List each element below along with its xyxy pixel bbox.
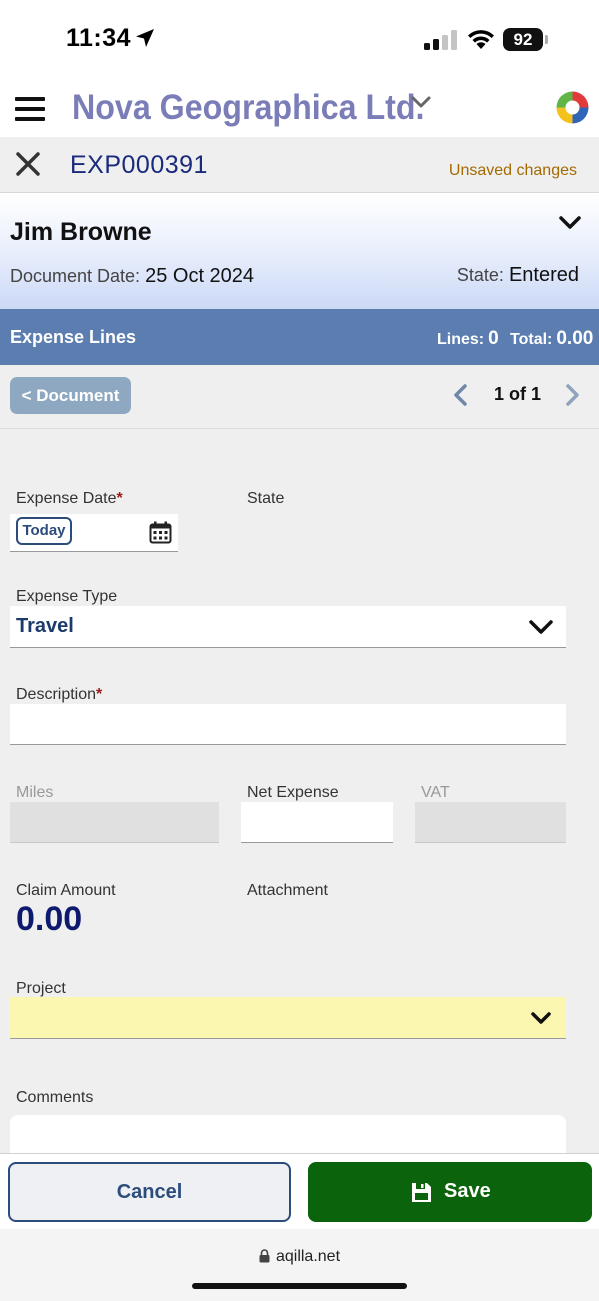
expense-type-value: Travel: [16, 615, 74, 637]
comments-field[interactable]: [10, 1115, 566, 1155]
document-summary: Jim Browne Document Date: 25 Oct 2024 St…: [0, 194, 599, 309]
description-input[interactable]: [10, 704, 566, 744]
miles-field: [10, 802, 219, 843]
back-to-document-button[interactable]: < Document: [10, 377, 131, 414]
floppy-disk-icon: [412, 1183, 431, 1202]
expense-lines-title: Expense Lines: [10, 327, 137, 347]
battery-tip: [545, 35, 548, 44]
chevron-down-icon[interactable]: [558, 214, 582, 232]
net-expense-label: Net Expense: [247, 784, 339, 801]
app-logo-icon[interactable]: [556, 91, 589, 124]
unsaved-changes-indicator: Unsaved changes: [448, 162, 577, 179]
expense-date-field[interactable]: Today: [10, 514, 178, 552]
close-icon[interactable]: [14, 150, 42, 178]
cancel-button[interactable]: Cancel: [8, 1162, 291, 1222]
lines-count-value: 0: [488, 328, 499, 349]
attachment-label: Attachment: [247, 882, 328, 899]
expense-type-select[interactable]: Travel: [10, 606, 566, 648]
chevron-down-icon: [529, 620, 553, 634]
save-button[interactable]: Save: [308, 1162, 592, 1222]
lines-total-label: Total:: [510, 331, 553, 348]
claim-amount-label: Claim Amount: [16, 882, 116, 899]
chevron-down-icon[interactable]: [410, 94, 432, 110]
document-date-value: 25 Oct 2024: [145, 265, 255, 287]
net-expense-input[interactable]: [241, 802, 393, 842]
claim-amount-value: 0.00: [16, 900, 83, 938]
url-text: aqilla.net: [275, 1248, 341, 1265]
net-expense-field[interactable]: [241, 802, 393, 843]
lines-count: Lines: 0: [437, 328, 499, 350]
document-date: Document Date: 25 Oct 2024: [10, 265, 254, 288]
document-title-bar: EXP000391 Unsaved changes: [0, 137, 599, 193]
browser-bar: aqilla.net: [0, 1229, 599, 1301]
app-header: Nova Geographica Ltd.: [0, 80, 599, 137]
expense-type-label: Expense Type: [16, 588, 118, 605]
miles-label: Miles: [16, 784, 54, 801]
pager-text: 1 of 1: [494, 384, 542, 404]
lock-icon: [259, 1249, 270, 1263]
vat-label: VAT: [421, 784, 450, 801]
expense-date-label: Expense Date*: [16, 490, 123, 508]
expense-date-label-text: Expense Date: [16, 490, 117, 507]
document-date-label: Document Date:: [10, 266, 141, 286]
vat-field: [415, 802, 566, 843]
action-bar: Cancel Save: [0, 1153, 599, 1229]
document-state-label: State:: [456, 265, 504, 285]
location-arrow-icon: [136, 29, 154, 47]
pager-row: < Document 1 of 1: [0, 365, 599, 429]
comments-label: Comments: [16, 1089, 94, 1106]
company-name[interactable]: Nova Geographica Ltd.: [72, 88, 424, 128]
lines-total: Total: 0.00: [510, 328, 593, 350]
employee-name: Jim Browne: [10, 218, 152, 246]
description-field[interactable]: [10, 704, 566, 745]
project-label: Project: [16, 980, 66, 997]
hamburger-menu-icon[interactable]: [15, 97, 45, 121]
save-button-label: Save: [444, 1180, 491, 1202]
expense-line-form: < Document 1 of 1 Expense Date* Today St…: [0, 365, 599, 1155]
today-button[interactable]: Today: [16, 517, 72, 545]
status-time: 11:34: [66, 24, 132, 52]
chevron-left-icon[interactable]: [452, 383, 470, 407]
expense-lines-bar: Expense Lines Lines: 0 Total: 0.00: [0, 309, 599, 365]
home-indicator[interactable]: [192, 1283, 407, 1289]
chevron-down-icon: [531, 1012, 551, 1024]
url-bar[interactable]: aqilla.net: [0, 1248, 599, 1266]
chevron-right-icon[interactable]: [563, 383, 581, 407]
description-label-text: Description: [16, 686, 97, 703]
lines-total-value: 0.00: [556, 328, 594, 349]
state-label: State: [247, 490, 285, 507]
battery-icon: 92: [503, 28, 543, 51]
signal-icon: [424, 30, 458, 50]
required-marker: *: [116, 490, 123, 507]
wifi-icon: [468, 30, 494, 49]
document-state: State: Entered: [457, 264, 579, 287]
document-number: EXP000391: [70, 151, 208, 179]
lines-count-label: Lines:: [437, 331, 485, 348]
description-label: Description*: [16, 686, 102, 704]
document-state-value: Entered: [508, 264, 579, 286]
calendar-icon[interactable]: [149, 521, 172, 544]
status-bar: 11:34 92: [0, 0, 599, 80]
required-marker: *: [96, 686, 103, 703]
project-select[interactable]: [10, 997, 566, 1039]
